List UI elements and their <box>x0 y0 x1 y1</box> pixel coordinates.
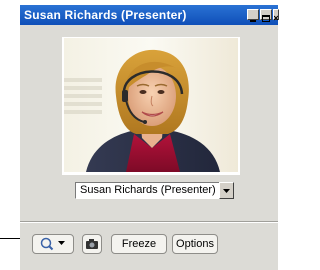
presenter-window: Susan Richards (Presenter) Susan Richard… <box>20 5 279 270</box>
options-button[interactable]: Options <box>172 234 218 254</box>
title-bar[interactable]: Susan Richards (Presenter) <box>20 5 279 25</box>
options-button-label: Options <box>176 238 214 250</box>
presenter-select-dropdown-button[interactable] <box>219 182 234 199</box>
freeze-button-label: Freeze <box>121 238 157 250</box>
camera-icon <box>86 239 98 249</box>
freeze-button[interactable]: Freeze <box>111 234 167 254</box>
divider-highlight <box>20 222 278 223</box>
window-title: Susan Richards (Presenter) <box>24 8 187 22</box>
presenter-select[interactable]: Susan Richards (Presenter) <box>75 182 234 199</box>
minimize-icon <box>250 20 256 22</box>
magnifier-icon <box>40 237 65 251</box>
chevron-down-icon <box>223 189 230 193</box>
maximize-button[interactable] <box>260 9 272 22</box>
zoom-button[interactable] <box>32 234 74 254</box>
snapshot-button[interactable] <box>82 234 102 254</box>
close-button[interactable] <box>273 9 279 21</box>
video-frame <box>62 37 240 175</box>
presenter-select-value: Susan Richards (Presenter) <box>80 184 216 196</box>
minimize-button[interactable] <box>247 9 259 22</box>
presenter-video <box>64 38 238 172</box>
maximize-icon <box>262 15 270 22</box>
close-icon <box>273 15 279 21</box>
